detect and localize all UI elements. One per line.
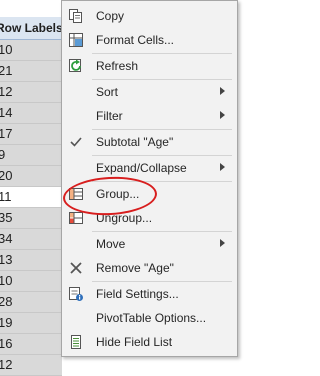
refresh-icon — [66, 56, 86, 76]
row-label-cell[interactable]: 20 — [0, 166, 62, 187]
row-label-cell[interactable]: 35 — [0, 208, 62, 229]
row-label-cell[interactable]: 12 — [0, 82, 62, 103]
row-label-cell[interactable]: 13 — [0, 250, 62, 271]
row-label-cell[interactable]: 21 — [0, 61, 62, 82]
ungroup-icon — [66, 208, 86, 228]
row-label-cell[interactable]: 12 — [0, 355, 62, 376]
menu-item-ungroup[interactable]: Ungroup... — [62, 206, 237, 230]
menu-item-remove-age[interactable]: Remove "Age" — [62, 256, 237, 280]
context-menu: Copy Format Cells... Refresh Sort Filter… — [61, 0, 238, 357]
submenu-arrow-icon — [220, 239, 225, 247]
field-list-icon — [66, 332, 86, 352]
row-label-cell[interactable]: 10 — [0, 271, 62, 292]
row-label-cell[interactable]: 28 — [0, 292, 62, 313]
group-icon — [66, 184, 86, 204]
menu-item-group[interactable]: Group... — [62, 182, 237, 206]
row-label-cell[interactable]: 16 — [0, 334, 62, 355]
field-settings-icon — [66, 284, 86, 304]
remove-x-icon — [66, 258, 86, 278]
submenu-arrow-icon — [220, 111, 225, 119]
menu-item-move[interactable]: Move — [62, 232, 237, 256]
format-cells-icon — [66, 30, 86, 50]
menu-item-filter[interactable]: Filter — [62, 104, 237, 128]
menu-item-subtotal-age[interactable]: Subtotal "Age" — [62, 130, 237, 154]
menu-item-sort[interactable]: Sort — [62, 80, 237, 104]
row-label-cell[interactable]: 19 — [0, 313, 62, 334]
menu-item-refresh[interactable]: Refresh — [62, 54, 237, 78]
row-label-cell[interactable]: 10 — [0, 40, 62, 61]
submenu-arrow-icon — [220, 163, 225, 171]
menu-item-format-cells[interactable]: Format Cells... — [62, 28, 237, 52]
menu-item-field-settings[interactable]: Field Settings... — [62, 282, 237, 306]
copy-icon — [66, 6, 86, 26]
menu-item-pivottable-options[interactable]: PivotTable Options... — [62, 306, 237, 330]
row-label-cell[interactable]: 14 — [0, 103, 62, 124]
row-labels-header[interactable]: Row Labels — [0, 17, 62, 40]
menu-item-expand-collapse[interactable]: Expand/Collapse — [62, 156, 237, 180]
menu-item-hide-field-list[interactable]: Hide Field List — [62, 330, 237, 354]
row-label-cell[interactable]: 9 — [0, 145, 62, 166]
menu-item-copy[interactable]: Copy — [62, 4, 237, 28]
row-label-cell[interactable]: 34 — [0, 229, 62, 250]
checkmark-icon — [66, 132, 86, 152]
submenu-arrow-icon — [220, 87, 225, 95]
row-label-cell-selected[interactable]: 11 — [0, 187, 62, 208]
row-label-cell[interactable]: 17 — [0, 124, 62, 145]
